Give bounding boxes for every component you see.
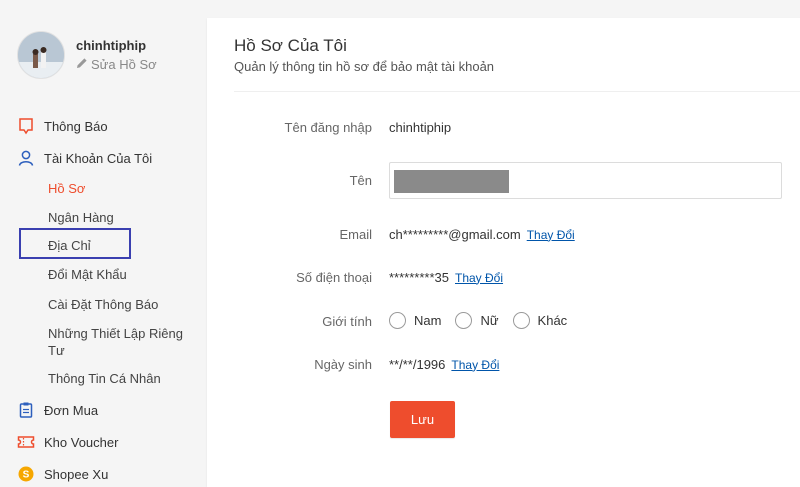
save-button[interactable]: Lưu xyxy=(390,401,455,438)
sidebar-item-orders[interactable]: Đơn Mua xyxy=(17,401,98,419)
change-email-link[interactable]: Thay Đổi xyxy=(527,228,575,242)
phone-text: *********35 xyxy=(389,270,449,285)
sidebar-subitem-personal-info[interactable]: Thông Tin Cá Nhân xyxy=(48,370,161,387)
pencil-icon xyxy=(76,57,88,72)
user-icon xyxy=(17,149,35,167)
email-value: ch*********@gmail.com Thay Đổi xyxy=(389,227,575,242)
sidebar-item-label: Tài Khoản Của Tôi xyxy=(44,150,153,166)
email-text: ch*********@gmail.com xyxy=(389,227,521,242)
radio-button[interactable] xyxy=(389,312,406,329)
highlight-box xyxy=(19,228,131,259)
radio-label: Nữ xyxy=(480,313,499,328)
sidebar-subitem-profile[interactable]: Hồ Sơ xyxy=(48,180,85,197)
voucher-icon xyxy=(17,433,35,451)
coin-icon: S xyxy=(17,465,35,483)
dob-value: **/**/1996 Thay Đổi xyxy=(389,357,499,372)
name-label: Tên xyxy=(349,173,372,188)
page-subtitle: Quản lý thông tin hồ sơ để bảo mật tài k… xyxy=(234,59,495,74)
page-title: Hồ Sơ Của Tôi xyxy=(234,36,347,55)
gender-option-male[interactable]: Nam xyxy=(389,312,441,329)
profile-panel: Hồ Sơ Của Tôi Quản lý thông tin hồ sơ để… xyxy=(207,18,800,487)
gender-option-female[interactable]: Nữ xyxy=(455,312,499,329)
gender-option-other[interactable]: Khác xyxy=(512,312,568,329)
sidebar-subitem-bank[interactable]: Ngân Hàng xyxy=(48,209,114,226)
username-label: Tên đăng nhập xyxy=(284,120,372,135)
clipboard-icon xyxy=(17,401,35,419)
redacted-name xyxy=(394,170,509,193)
gender-label: Giới tính xyxy=(322,314,372,329)
username-value: chinhtiphip xyxy=(389,120,451,135)
divider xyxy=(234,91,800,92)
phone-value: *********35 Thay Đổi xyxy=(389,270,503,285)
radio-label: Khác xyxy=(537,313,568,328)
sidebar-item-my-account[interactable]: Tài Khoản Của Tôi xyxy=(17,149,152,167)
change-dob-link[interactable]: Thay Đổi xyxy=(451,358,499,372)
sidebar-item-label: Shopee Xu xyxy=(44,466,109,482)
sidebar-subitem-change-password[interactable]: Đổi Mật Khẩu xyxy=(48,266,127,283)
change-phone-link[interactable]: Thay Đổi xyxy=(455,271,503,285)
edit-profile-label: Sửa Hồ Sơ xyxy=(91,57,157,72)
sidebar-item-coins[interactable]: S Shopee Xu xyxy=(17,465,108,483)
avatar[interactable] xyxy=(17,31,65,79)
radio-label: Nam xyxy=(414,313,442,328)
gender-radio-group: Nam Nữ Khác xyxy=(389,312,567,329)
dob-text: **/**/1996 xyxy=(389,357,446,372)
sidebar-item-label: Kho Voucher xyxy=(44,434,119,450)
radio-button[interactable] xyxy=(512,312,530,329)
sidebar-item-vouchers[interactable]: Kho Voucher xyxy=(17,433,118,451)
sidebar: chinhtiphip Sửa Hồ Sơ Thông Báo Tài Khoả… xyxy=(0,0,206,487)
name-field[interactable] xyxy=(389,162,782,199)
radio-button[interactable] xyxy=(455,312,473,329)
username: chinhtiphip xyxy=(76,38,147,53)
email-label: Email xyxy=(339,227,372,242)
dob-label: Ngày sinh xyxy=(314,357,372,372)
bell-icon xyxy=(17,117,35,135)
sidebar-item-label: Đơn Mua xyxy=(44,402,99,418)
username-text: chinhtiphip xyxy=(389,120,452,135)
sidebar-item-notifications[interactable]: Thông Báo xyxy=(17,117,108,135)
sidebar-subitem-privacy-settings[interactable]: Những Thiết Lập Riêng Tư xyxy=(48,325,193,359)
phone-label: Số điện thoại xyxy=(296,270,372,285)
sidebar-item-label: Thông Báo xyxy=(44,118,108,134)
svg-text:S: S xyxy=(23,470,30,481)
edit-profile-link[interactable]: Sửa Hồ Sơ xyxy=(76,57,157,72)
sidebar-subitem-notification-settings[interactable]: Cài Đặt Thông Báo xyxy=(48,296,158,313)
